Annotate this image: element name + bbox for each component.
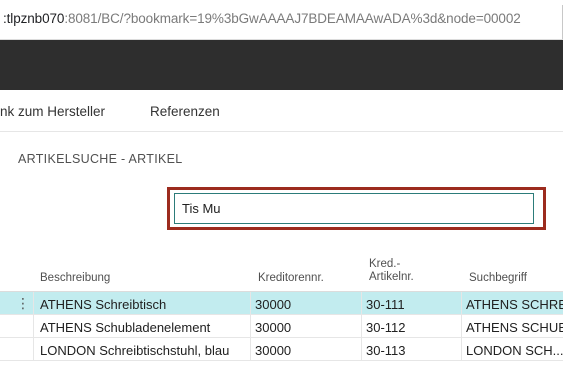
cell-vendor-no: 30000 [255, 297, 292, 312]
column-divider [250, 315, 251, 338]
column-divider [361, 338, 362, 361]
cell-vendor-no: 30000 [255, 320, 292, 335]
url-text[interactable]: :tlpznb070:8081/BC/?bookmark=19%3bGwAAAA… [3, 11, 521, 26]
cell-vendor-item-no: 30-113 [366, 343, 406, 358]
column-divider [461, 292, 462, 315]
column-header-vendor-item-no-line1: Kred.- [369, 258, 401, 270]
column-header-description[interactable]: Beschreibung [40, 272, 110, 285]
column-divider [250, 338, 251, 361]
column-divider [361, 315, 362, 338]
cell-description[interactable]: ATHENS Schubladenelement [40, 320, 250, 335]
cell-search-term: ATHENS SCHREI [466, 297, 563, 312]
cell-vendor-item-no: 30-112 [366, 320, 406, 335]
action-bar: nk zum Hersteller Referenzen [0, 90, 563, 132]
row-menu-icon[interactable]: ⋮ [16, 295, 30, 312]
column-header-search-term[interactable]: Suchbegriff [469, 272, 527, 285]
search-input[interactable] [174, 193, 534, 224]
column-header-vendor-item-no-line2: Artikelnr. [369, 271, 414, 283]
column-divider [461, 315, 462, 338]
cell-description[interactable]: LONDON Schreibtischstuhl, blau [40, 343, 250, 358]
table-row[interactable]: ⋮ ATHENS Schreibtisch 30000 30-111 ATHEN… [0, 292, 563, 315]
address-bar[interactable]: :tlpznb070:8081/BC/?bookmark=19%3bGwAAAA… [0, 0, 563, 40]
column-divider [33, 338, 34, 361]
column-divider [33, 315, 34, 338]
link-to-manufacturer-action[interactable]: nk zum Hersteller [0, 104, 105, 119]
cell-description[interactable]: ATHENS Schreibtisch [40, 297, 250, 312]
cell-search-term: LONDON SCH... [466, 343, 563, 358]
references-action[interactable]: Referenzen [150, 104, 220, 119]
cell-search-term: ATHENS SCHUB [466, 320, 563, 335]
cell-vendor-item-no: 30-111 [366, 297, 405, 312]
column-divider [250, 292, 251, 315]
table-row[interactable]: ATHENS Schubladenelement 30000 30-112 AT… [0, 315, 563, 338]
column-divider [33, 292, 34, 315]
column-divider [461, 338, 462, 361]
app-header-bar [0, 40, 563, 90]
table-row[interactable]: LONDON Schreibtischstuhl, blau 30000 30-… [0, 338, 563, 361]
column-header-vendor-no[interactable]: Kreditorennr. [258, 272, 324, 285]
page-title: ARTIKELSUCHE - ARTIKEL [18, 152, 183, 166]
cell-vendor-no: 30000 [255, 343, 292, 358]
column-divider [361, 292, 362, 315]
column-header-vendor-item-no[interactable]: Kred.- Artikelnr. [369, 258, 414, 284]
url-host: :tlpznb070 [3, 11, 65, 26]
search-highlight-frame [167, 187, 546, 230]
url-path: :8081/BC/?bookmark=19%3bGwAAAAJ7BDEAMAAw… [64, 11, 521, 26]
